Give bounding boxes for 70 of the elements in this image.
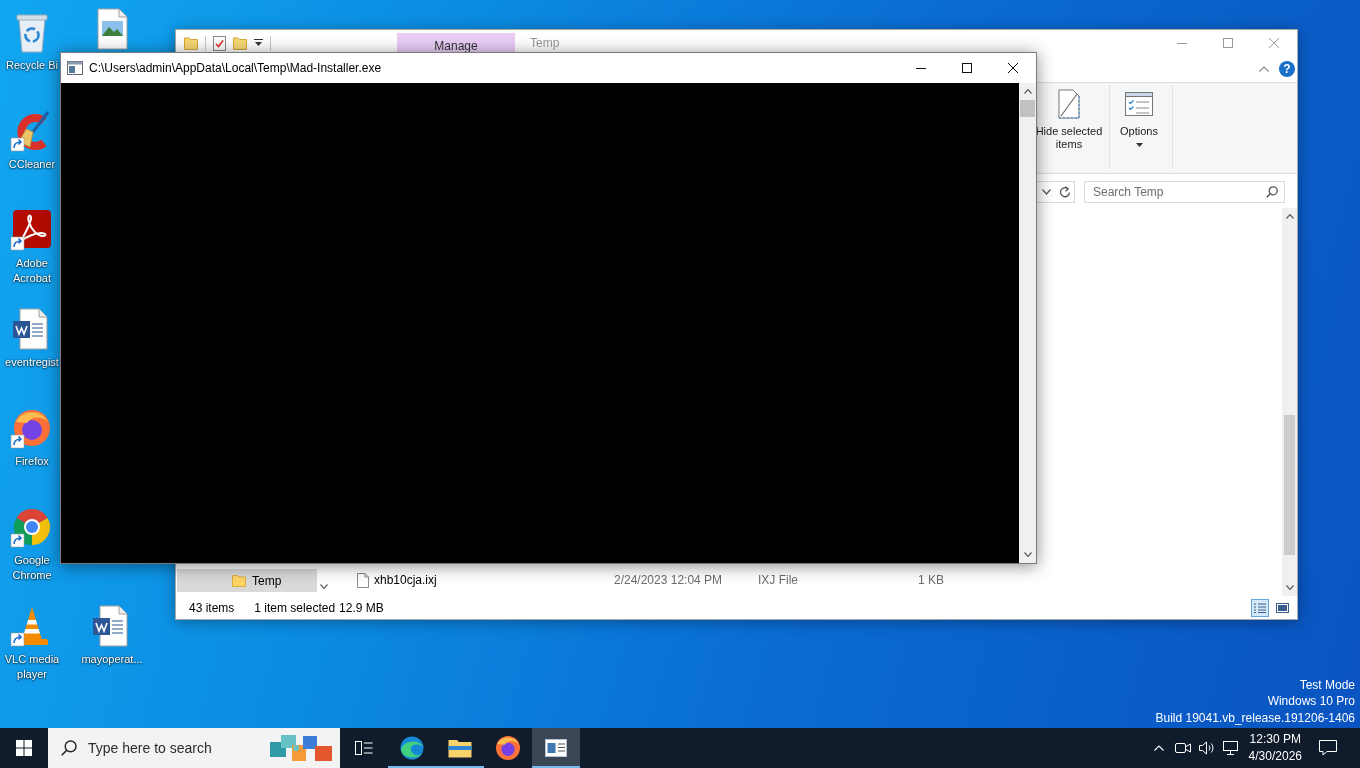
speech-bubble-icon bbox=[1319, 740, 1337, 756]
dropdown-caret-icon[interactable] bbox=[254, 39, 263, 47]
clock-date[interactable]: 4/30/2026 bbox=[1248, 748, 1302, 765]
dashed-page-icon bbox=[1058, 89, 1080, 119]
windows-logo-icon bbox=[16, 740, 32, 756]
status-text: 1 item selected bbox=[254, 600, 336, 615]
desktop-icon-label: VLC media player bbox=[3, 652, 61, 682]
search-icon bbox=[1266, 185, 1278, 198]
ribbon-button[interactable]: Hide selected items bbox=[1035, 83, 1103, 173]
scroll-thumb[interactable] bbox=[1020, 100, 1035, 117]
contextual-tab[interactable]: Manage bbox=[397, 33, 515, 52]
chevron-down-icon[interactable] bbox=[320, 584, 328, 589]
desktop-icon-label: Google Chrome bbox=[11, 553, 53, 583]
help-button[interactable]: ? bbox=[1279, 61, 1295, 77]
puzzle-illustration bbox=[270, 733, 332, 763]
desktop-status-text: Build 19041.vb_release.191206-1406 bbox=[1155, 709, 1355, 726]
minimize-icon bbox=[1177, 42, 1187, 44]
network-icon[interactable] bbox=[1222, 741, 1239, 755]
task-view-icon bbox=[355, 740, 373, 756]
file-row[interactable]: xhb10cja.ixj 2/24/2023 12:04 PM IXJ File 1 KB bbox=[351, 569, 1282, 591]
file-size: 1 KB bbox=[918, 573, 944, 587]
maximize-icon bbox=[1223, 38, 1233, 48]
status-text: 43 items bbox=[189, 600, 235, 615]
page-check-icon[interactable] bbox=[213, 35, 226, 51]
desktop-icon-label: Recycle Bi bbox=[6, 58, 58, 73]
window-title: Temp bbox=[530, 36, 560, 50]
taskbar-search-field[interactable]: Type here to search bbox=[48, 728, 340, 768]
clock-time[interactable]: 12:30 PM bbox=[1249, 731, 1301, 748]
desktop-icon-label: CCleaner bbox=[8, 157, 56, 172]
desktop-icon-label: mayoperat... bbox=[81, 652, 143, 667]
view-button[interactable] bbox=[1251, 598, 1269, 617]
acrobat-logo-icon[interactable] bbox=[10, 208, 54, 252]
file-icon bbox=[357, 572, 369, 588]
desktop-icon-label: Firefox bbox=[15, 454, 49, 469]
chevron-down-icon[interactable] bbox=[1023, 552, 1032, 557]
folder-icon bbox=[232, 574, 246, 587]
desktop-icon-label: eventregist bbox=[5, 355, 59, 370]
speaker-icon[interactable] bbox=[1198, 741, 1215, 755]
details-view-icon bbox=[1254, 602, 1266, 613]
scroll-thumb[interactable] bbox=[1284, 415, 1295, 555]
options-list-icon bbox=[1125, 92, 1153, 116]
ribbon-button[interactable]: Options bbox=[1112, 83, 1166, 173]
firefox-logo-icon bbox=[496, 736, 520, 760]
folder-icon[interactable] bbox=[184, 36, 198, 50]
refresh-icon[interactable] bbox=[1059, 185, 1071, 198]
search-field[interactable]: Search Temp bbox=[1084, 180, 1285, 203]
file-type: IXJ File bbox=[758, 573, 799, 587]
minimize-icon bbox=[916, 67, 926, 69]
folder-icon[interactable] bbox=[233, 36, 247, 50]
window-title: C:\Users\admin\AppData\Local\Temp\Mad-Installer.exe bbox=[89, 61, 382, 75]
large-icons-view-icon bbox=[1275, 602, 1289, 613]
search-icon bbox=[61, 740, 77, 756]
video-camera-icon[interactable] bbox=[1174, 741, 1191, 755]
chevron-down-icon[interactable] bbox=[1285, 585, 1294, 590]
maximize-icon bbox=[962, 63, 972, 73]
file-date: 2/24/2023 12:04 PM bbox=[614, 573, 724, 587]
desktop-status-text: Windows 10 Pro bbox=[1267, 693, 1355, 710]
status-text: 12.9 MB bbox=[339, 600, 384, 615]
nav-item[interactable]: Temp bbox=[177, 569, 317, 592]
close-icon bbox=[1008, 63, 1018, 73]
taskbar-button[interactable] bbox=[532, 728, 580, 768]
console-app-icon bbox=[67, 61, 83, 75]
file-name: xhb10cja.ixj bbox=[374, 573, 437, 587]
console-window-icon bbox=[545, 739, 567, 757]
desktop-icon-label: Adobe Acrobat bbox=[12, 256, 52, 286]
edge-logo-icon bbox=[400, 736, 424, 760]
desktop-status-text: Test Mode bbox=[1299, 676, 1355, 693]
close-icon bbox=[1269, 38, 1279, 48]
chevron-down-icon[interactable] bbox=[1042, 188, 1051, 195]
folder-icon bbox=[448, 738, 472, 758]
